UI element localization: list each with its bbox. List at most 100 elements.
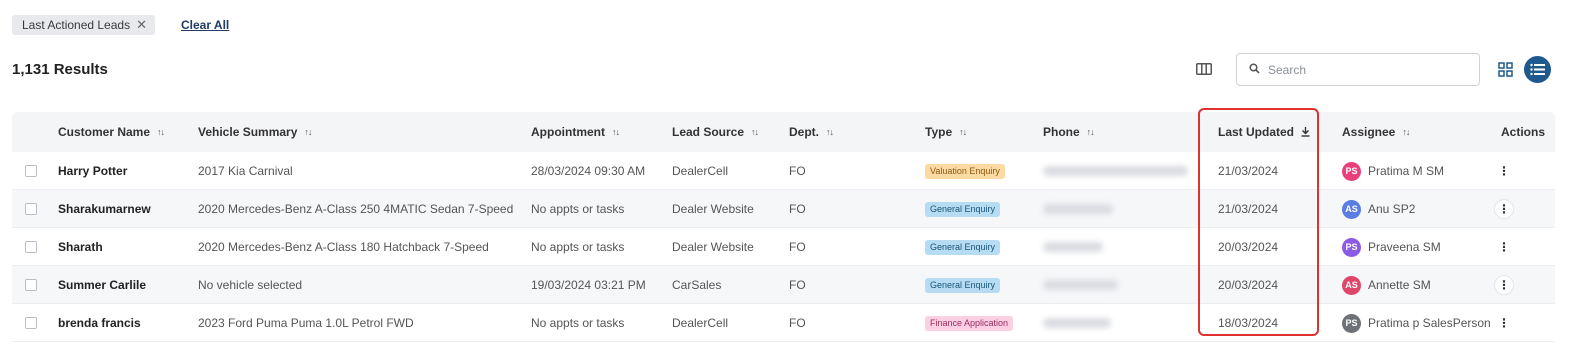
row-checkbox[interactable] bbox=[25, 241, 37, 253]
header-label: Customer Name bbox=[58, 125, 151, 139]
header-phone[interactable]: Phone ↑↓ bbox=[1043, 112, 1095, 152]
list-view-icon[interactable] bbox=[1524, 56, 1551, 83]
phone-redacted bbox=[1043, 166, 1188, 176]
header-type[interactable]: Type ↑↓ bbox=[925, 112, 967, 152]
results-count: 1,131 Results bbox=[12, 61, 108, 78]
filter-chip-last-actioned-leads[interactable]: Last Actioned Leads ✕ bbox=[12, 15, 155, 35]
active-filters: Last Actioned Leads ✕ Clear All bbox=[12, 15, 229, 35]
table-header: Customer Name ↑↓ Vehicle Summary ↑↓ Appoin… bbox=[12, 112, 1555, 152]
sort-descending-icon[interactable] bbox=[1301, 127, 1310, 138]
customer-name[interactable]: Summer Carlile bbox=[58, 266, 146, 304]
table-body: Harry Potter 2017 Kia Carnival 28/03/202… bbox=[12, 152, 1555, 342]
header-last-updated[interactable]: Last Updated bbox=[1218, 112, 1310, 152]
vehicle-summary: No vehicle selected bbox=[198, 278, 303, 292]
close-icon[interactable]: ✕ bbox=[136, 17, 147, 33]
last-updated: 20/03/2024 bbox=[1218, 240, 1279, 254]
avatar: AS bbox=[1342, 275, 1361, 295]
type-badge: General Enquiry bbox=[925, 201, 1001, 217]
header-label: Phone bbox=[1043, 125, 1080, 139]
dept: FO bbox=[789, 202, 806, 216]
row-checkbox[interactable] bbox=[25, 279, 37, 291]
vehicle-summary: 2017 Kia Carnival bbox=[198, 164, 293, 178]
customer-name[interactable]: Sharakumarnew bbox=[58, 190, 151, 228]
grid-view-icon[interactable] bbox=[1492, 56, 1518, 82]
more-actions-icon[interactable]: ⋮ bbox=[1494, 161, 1514, 181]
header-vehicle-summary[interactable]: Vehicle Summary ↑↓ bbox=[198, 112, 312, 152]
lead-source: DealerCell bbox=[672, 164, 729, 178]
filter-chip-label: Last Actioned Leads bbox=[22, 18, 131, 32]
search-input[interactable] bbox=[1268, 62, 1468, 77]
dept: FO bbox=[789, 278, 806, 292]
customer-name[interactable]: brenda francis bbox=[58, 304, 141, 342]
sort-icon[interactable]: ↑↓ bbox=[612, 127, 620, 137]
lead-source: DealerCell bbox=[672, 316, 729, 330]
phone-redacted bbox=[1043, 318, 1111, 328]
more-actions-icon[interactable]: ⋮ bbox=[1494, 237, 1514, 257]
more-actions-icon[interactable]: ⋮ bbox=[1494, 199, 1514, 219]
avatar: PS bbox=[1342, 313, 1361, 333]
customer-name[interactable]: Sharath bbox=[58, 228, 103, 266]
lead-source: CarSales bbox=[672, 278, 722, 292]
header-label: Assignee bbox=[1342, 125, 1396, 139]
type-badge: General Enquiry bbox=[925, 239, 1001, 255]
sort-icon[interactable]: ↑↓ bbox=[751, 127, 759, 137]
search-box[interactable] bbox=[1236, 53, 1480, 86]
sort-icon[interactable]: ↑↓ bbox=[304, 127, 312, 137]
header-label: Appointment bbox=[531, 125, 605, 139]
lead-source: Dealer Website bbox=[672, 240, 754, 254]
search-icon bbox=[1249, 61, 1260, 79]
sort-icon[interactable]: ↑↓ bbox=[826, 127, 834, 137]
lead-source: Dealer Website bbox=[672, 202, 754, 216]
sort-icon[interactable]: ↑↓ bbox=[157, 127, 165, 137]
appointment: 28/03/2024 09:30 AM bbox=[531, 164, 646, 178]
type-badge: Finance Application bbox=[925, 315, 1014, 331]
dept: FO bbox=[789, 316, 806, 330]
header-label: Dept. bbox=[789, 125, 819, 139]
last-updated: 21/03/2024 bbox=[1218, 164, 1279, 178]
vehicle-summary: 2023 Ford Puma Puma 1.0L Petrol FWD bbox=[198, 316, 414, 330]
header-label: Actions bbox=[1501, 125, 1546, 139]
avatar: AS bbox=[1342, 199, 1361, 219]
clear-all-link[interactable]: Clear All bbox=[181, 18, 229, 32]
assignee-name: Praveena SM bbox=[1368, 240, 1441, 254]
header-label: Lead Source bbox=[672, 125, 745, 139]
sort-icon[interactable]: ↑↓ bbox=[1402, 127, 1410, 137]
header-dept[interactable]: Dept. ↑↓ bbox=[789, 112, 834, 152]
more-actions-icon[interactable]: ⋮ bbox=[1494, 275, 1514, 295]
header-label: Last Updated bbox=[1218, 125, 1295, 139]
header-lead-source[interactable]: Lead Source ↑↓ bbox=[672, 112, 759, 152]
header-appointment[interactable]: Appointment ↑↓ bbox=[531, 112, 620, 152]
appointment: No appts or tasks bbox=[531, 240, 625, 254]
header-customer-name[interactable]: Customer Name ↑↓ bbox=[58, 112, 165, 152]
appointment: No appts or tasks bbox=[531, 202, 625, 216]
last-updated: 18/03/2024 bbox=[1218, 316, 1279, 330]
dept: FO bbox=[789, 164, 806, 178]
row-checkbox[interactable] bbox=[25, 203, 37, 215]
last-updated: 20/03/2024 bbox=[1218, 278, 1279, 292]
phone-redacted bbox=[1043, 280, 1118, 290]
header-assignee[interactable]: Assignee ↑↓ bbox=[1342, 112, 1410, 152]
table-row[interactable]: Sharath 2020 Mercedes-Benz A-Class 180 H… bbox=[12, 228, 1555, 266]
customer-name[interactable]: Harry Potter bbox=[58, 152, 127, 190]
assignee-name: Pratima M SM bbox=[1368, 164, 1445, 178]
header-actions: Actions bbox=[1501, 112, 1545, 152]
assignee-name: Pratima p SalesPerson bbox=[1368, 316, 1491, 330]
more-actions-icon[interactable]: ⋮ bbox=[1494, 313, 1514, 333]
vehicle-summary: 2020 Mercedes-Benz A-Class 250 4MATIC Se… bbox=[198, 202, 514, 216]
columns-icon[interactable] bbox=[1192, 58, 1216, 80]
header-label: Type bbox=[925, 125, 953, 139]
row-checkbox[interactable] bbox=[25, 317, 37, 329]
appointment: 19/03/2024 03:21 PM bbox=[531, 278, 646, 292]
type-badge: General Enquiry bbox=[925, 277, 1001, 293]
last-updated: 21/03/2024 bbox=[1218, 202, 1279, 216]
table-row[interactable]: Harry Potter 2017 Kia Carnival 28/03/202… bbox=[12, 152, 1555, 190]
table-row[interactable]: brenda francis 2023 Ford Puma Puma 1.0L … bbox=[12, 304, 1555, 342]
sort-icon[interactable]: ↑↓ bbox=[959, 127, 967, 137]
table-row[interactable]: Sharakumarnew 2020 Mercedes-Benz A-Class… bbox=[12, 190, 1555, 228]
table-row[interactable]: Summer Carlile No vehicle selected 19/03… bbox=[12, 266, 1555, 304]
row-checkbox[interactable] bbox=[25, 165, 37, 177]
phone-redacted bbox=[1043, 204, 1113, 214]
sort-icon[interactable]: ↑↓ bbox=[1087, 127, 1095, 137]
phone-redacted bbox=[1043, 242, 1103, 252]
appointment: No appts or tasks bbox=[531, 316, 625, 330]
